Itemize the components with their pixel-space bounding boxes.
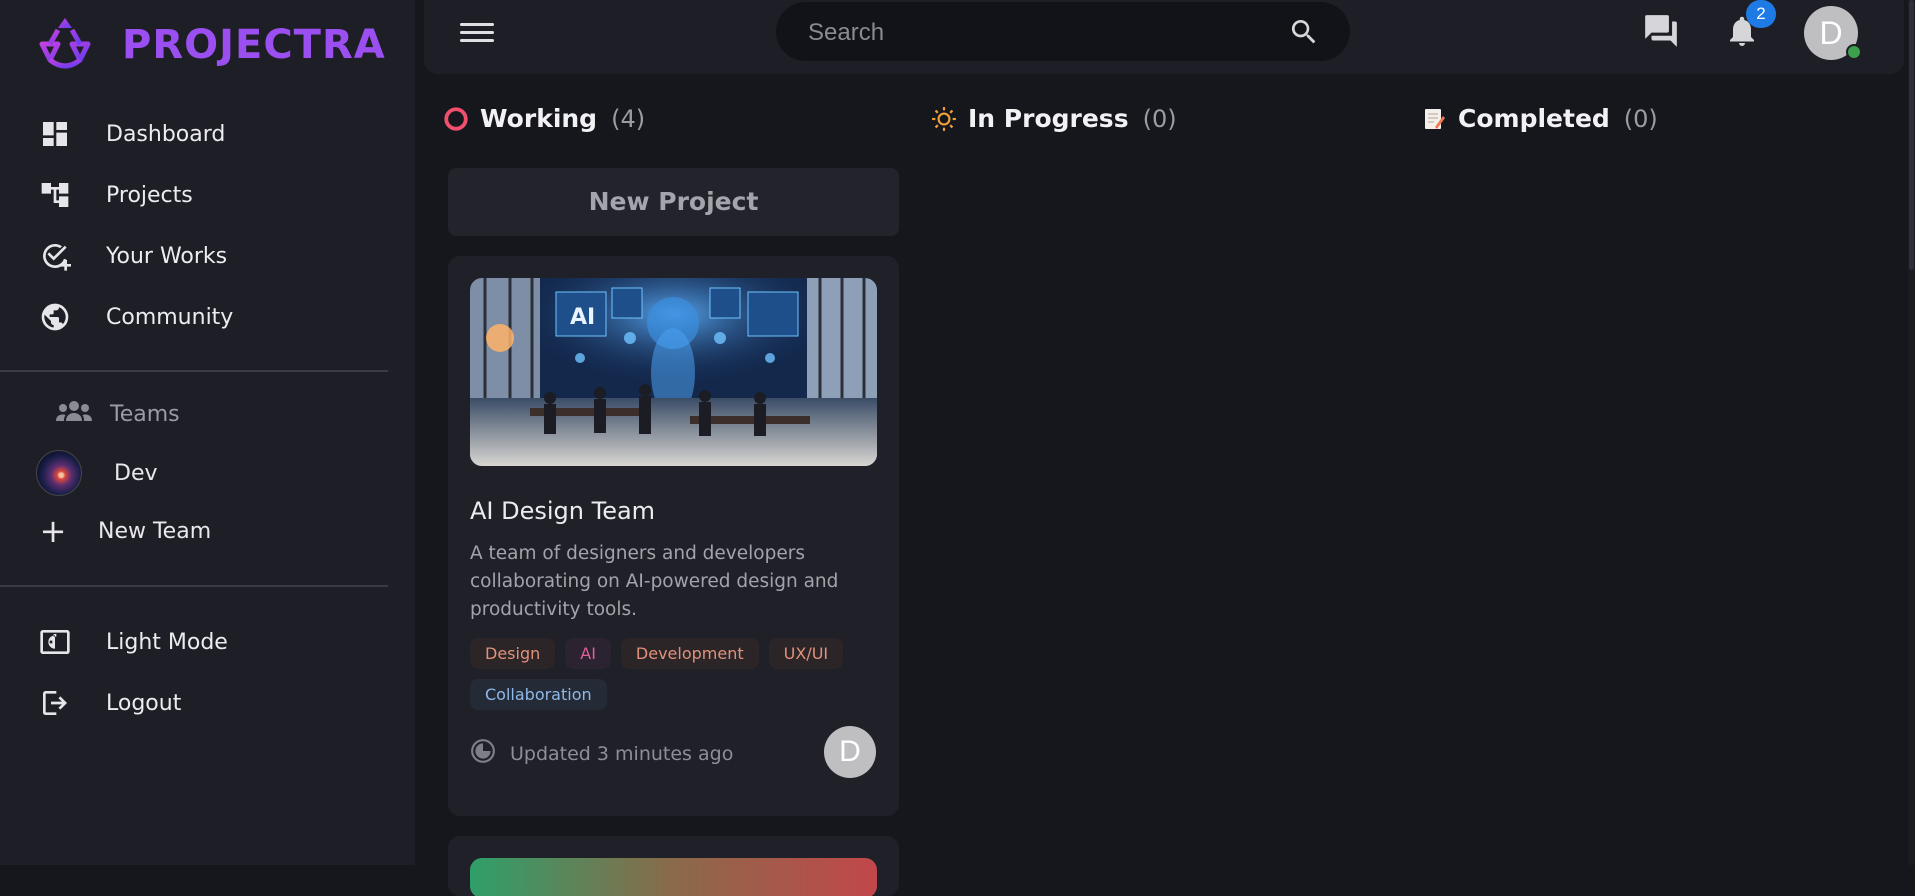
member-avatar[interactable]: D [824, 726, 876, 778]
team-label: Dev [114, 460, 158, 486]
new-team-label: New Team [98, 518, 212, 544]
column-in-progress-header: In Progress (0) [930, 104, 1177, 133]
teams-heading-label: Teams [110, 401, 180, 427]
tag-design[interactable]: Design [470, 638, 556, 669]
logout-button[interactable]: Logout [38, 681, 378, 725]
search-input[interactable] [806, 2, 1270, 63]
projects-icon [38, 178, 72, 212]
circle-ring-icon [442, 105, 470, 133]
column-title: Completed [1458, 104, 1610, 133]
online-status-dot [1846, 44, 1862, 60]
project-description: A team of designers and developers colla… [470, 543, 839, 620]
sidebar-item-label: Your Works [106, 243, 228, 269]
project-title: AI Design Team [470, 497, 656, 525]
globe-icon [38, 300, 72, 334]
column-title: Working [480, 104, 598, 133]
sidebar-item-dashboard[interactable]: Dashboard [38, 112, 378, 156]
tag-ux-ui[interactable]: UX/UI [768, 638, 844, 669]
check-add-icon [38, 239, 72, 273]
new-team-button[interactable]: + New Team [38, 512, 212, 550]
menu-icon[interactable] [460, 18, 494, 48]
logout-icon [38, 686, 72, 720]
last-updated: Updated 3 minutes ago [470, 738, 733, 769]
sidebar-item-label: Community [106, 304, 234, 330]
tag-development[interactable]: Development [620, 638, 759, 669]
teams-heading: Teams [38, 398, 180, 430]
scrollbar-thumb[interactable] [1909, 0, 1914, 270]
sun-icon [930, 105, 958, 133]
column-count: (4) [611, 104, 646, 133]
tag-collaboration[interactable]: Collaboration [470, 679, 607, 710]
sidebar-item-your-works[interactable]: Your Works [38, 234, 378, 278]
sidebar-divider [0, 585, 388, 587]
app-logo[interactable]: PROJECTRA [30, 14, 386, 76]
sidebar-item-projects[interactable]: Projects [38, 173, 378, 217]
clock-icon [470, 738, 510, 769]
column-completed-header: Completed (0) [1420, 104, 1658, 133]
column-count: (0) [1623, 104, 1658, 133]
logout-label: Logout [106, 690, 182, 716]
chat-icon[interactable] [1642, 12, 1680, 50]
brightness-icon [38, 625, 72, 659]
sidebar: PROJECTRA Dashboard Projects Your Works … [0, 0, 415, 865]
project-cover-image [470, 858, 877, 896]
search-icon[interactable] [1288, 16, 1320, 48]
sidebar-item-community[interactable]: Community [38, 295, 378, 339]
project-tags: Design AI Development UX/UI Collaboratio… [470, 638, 880, 710]
sidebar-item-team-dev[interactable]: Dev [36, 450, 158, 496]
app-name: PROJECTRA [122, 22, 386, 68]
plus-icon: + [39, 512, 67, 550]
groups-icon [56, 398, 92, 430]
dashboard-icon [38, 117, 72, 151]
team-avatar [36, 450, 82, 496]
sidebar-item-label: Projects [106, 182, 193, 208]
memo-icon [1420, 105, 1448, 133]
light-mode-label: Light Mode [106, 629, 228, 655]
column-title: In Progress [968, 104, 1129, 133]
logo-icon [30, 14, 100, 76]
notification-badge: 2 [1746, 0, 1776, 28]
column-count: (0) [1142, 104, 1177, 133]
sidebar-item-label: Dashboard [106, 121, 226, 147]
project-card[interactable] [448, 836, 899, 896]
tag-ai[interactable]: AI [565, 638, 611, 669]
project-card[interactable]: AI AI Design Team A team of designers an… [448, 256, 899, 816]
topbar: 2 D [424, 0, 1904, 74]
new-project-button[interactable]: New Project [448, 168, 899, 236]
sidebar-divider [0, 370, 388, 372]
light-mode-toggle[interactable]: Light Mode [38, 620, 378, 664]
column-working-header: Working (4) [442, 104, 645, 133]
updated-text: Updated 3 minutes ago [510, 742, 734, 765]
project-cover-image: AI [470, 278, 877, 466]
search-bar [776, 2, 1350, 63]
svg-text:AI: AI [570, 305, 595, 330]
